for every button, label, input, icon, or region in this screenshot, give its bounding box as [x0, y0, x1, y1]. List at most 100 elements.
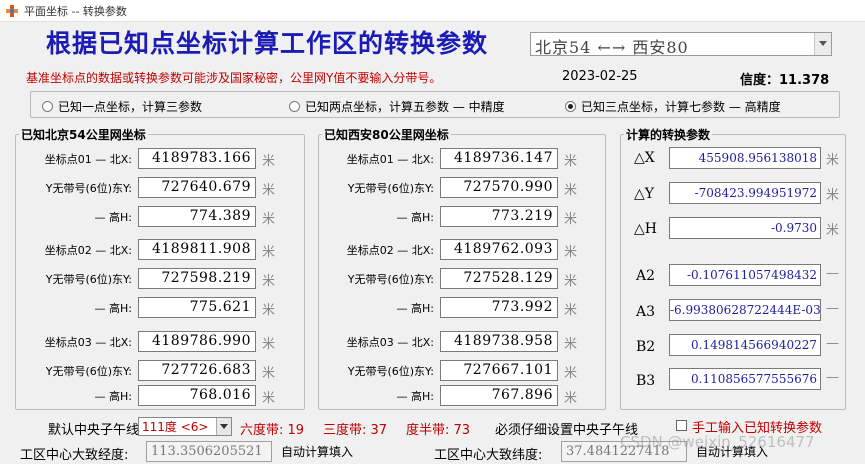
xa80-y-label: Y无带号(6位)东Y:	[347, 182, 434, 195]
must-set-note: 必须仔细设置中央子午线	[495, 423, 639, 438]
mode-option-2[interactable]: 已知两点坐标，计算五参数 — 中精度	[289, 98, 505, 115]
radio-icon[interactable]	[289, 101, 300, 112]
chevron-down-icon[interactable]	[216, 418, 231, 435]
meridian-label: 默认中央子午线:	[48, 423, 144, 438]
radio-selected-icon[interactable]	[565, 101, 576, 112]
longitude-field[interactable]: 113.3506205521	[146, 441, 272, 462]
unit-label: 米	[564, 183, 578, 198]
xa80-x-label: 坐标点01 — 北X:	[346, 153, 434, 166]
mode-option-3[interactable]: 已知三点坐标，计算七参数 — 高精度	[565, 98, 781, 115]
xa80-p2-x-input[interactable]: 4189762.093	[440, 239, 558, 260]
unit-label: 米	[262, 183, 276, 198]
conversion-select[interactable]: 北京54 ←→ 西安80	[530, 32, 832, 57]
param-symbol-dy: △Y	[634, 186, 655, 202]
param-b3-value[interactable]: 0.110856577555676	[669, 368, 821, 390]
window-title: 平面坐标 -- 转换参数	[24, 5, 127, 18]
param-dy-value[interactable]: -708423.994951972	[669, 182, 821, 204]
unit-dash: —	[826, 266, 839, 281]
unit-label: 米	[262, 391, 276, 406]
mode-option-label: 已知两点坐标，计算五参数 — 中精度	[305, 100, 505, 114]
window-titlebar: 平面坐标 -- 转换参数	[0, 0, 865, 22]
bj54-p1-y-input[interactable]: 727640.679	[138, 177, 256, 198]
xa80-h-label: — 高H:	[396, 211, 434, 224]
bj54-x-label: 坐标点02 — 北X:	[44, 244, 132, 257]
unit-dash: —	[826, 370, 839, 385]
xa80-group-title: 已知西安80公里网坐标	[322, 126, 451, 143]
unit-label: 米	[262, 337, 276, 352]
xa80-y-label: Y无带号(6位)东Y:	[347, 273, 434, 286]
bj54-y-label: Y无带号(6位)东Y:	[45, 273, 132, 286]
param-symbol-a2: A2	[636, 268, 656, 284]
mode-option-label: 已知一点坐标，计算三参数	[58, 100, 203, 114]
date-label: 2023-02-25	[562, 69, 638, 84]
latitude-label: 工区中心大致纬度:	[434, 448, 543, 463]
bj54-h-label: — 高H:	[94, 302, 132, 315]
unit-label: 米	[826, 188, 840, 203]
param-dh-value[interactable]: -0.9730	[669, 217, 821, 239]
watermark: CSDN @weixin_52616477	[620, 433, 815, 451]
mode-option-1[interactable]: 已知一点坐标，计算三参数	[42, 98, 202, 115]
param-symbol-b2: B2	[636, 339, 656, 355]
unit-dash: —	[826, 336, 839, 351]
xa80-p3-h-input[interactable]: 767.896	[440, 385, 558, 406]
zone6-label: 六度带: 19	[240, 423, 305, 438]
unit-label: 米	[564, 366, 578, 381]
unit-label: 米	[564, 154, 578, 169]
longitude-label: 工区中心大致经度:	[20, 448, 129, 463]
conversion-select-value: 北京54 ←→ 西安80	[535, 38, 689, 57]
unit-label: 米	[262, 274, 276, 289]
bj54-p3-h-input[interactable]: 768.016	[138, 385, 256, 406]
bj54-y-label: Y无带号(6位)东Y:	[45, 365, 132, 378]
auto-fill-note: 自动计算填入	[281, 445, 354, 459]
unit-label: 米	[564, 391, 578, 406]
bj54-p1-h-input[interactable]: 774.389	[138, 206, 256, 227]
xa80-p1-x-input[interactable]: 4189736.147	[440, 148, 558, 169]
app-icon	[6, 5, 18, 17]
bj54-x-label: 坐标点01 — 北X:	[44, 153, 132, 166]
unit-label: 米	[564, 303, 578, 318]
chevron-down-icon[interactable]	[814, 33, 831, 55]
param-a3-value[interactable]: -6.99380628722444E-03	[669, 299, 821, 321]
bj54-p2-x-input[interactable]: 4189811.908	[138, 239, 256, 260]
unit-dash: —	[826, 301, 839, 316]
param-a2-value[interactable]: -0.107611057498432	[669, 264, 821, 286]
bj54-group-title: 已知北京54公里网坐标	[19, 126, 148, 143]
xa80-h-label: — 高H:	[396, 302, 434, 315]
xa80-p1-y-input[interactable]: 727570.990	[440, 177, 558, 198]
bj54-p2-y-input[interactable]: 727598.219	[138, 268, 256, 289]
bj54-p2-h-input[interactable]: 775.621	[138, 297, 256, 318]
xa80-p3-y-input[interactable]: 727667.101	[440, 360, 558, 381]
radio-icon[interactable]	[42, 101, 53, 112]
param-symbol-dx: △X	[634, 150, 655, 166]
param-symbol-a3: A3	[636, 304, 656, 320]
xa80-x-label: 坐标点02 — 北X:	[346, 244, 434, 257]
xa80-p1-h-input[interactable]: 773.219	[440, 206, 558, 227]
bj54-p3-x-input[interactable]: 4189786.990	[138, 331, 256, 352]
param-b2-value[interactable]: 0.149814566940227	[669, 334, 821, 356]
unit-label: 米	[826, 153, 840, 168]
mode-option-label: 已知三点坐标，计算七参数 — 高精度	[581, 100, 781, 114]
zone-half-label: 度半带: 73	[406, 423, 471, 438]
manual-input-checkbox[interactable]	[676, 420, 687, 431]
bj54-h-label: — 高H:	[94, 211, 132, 224]
xa80-p2-y-input[interactable]: 727528.129	[440, 268, 558, 289]
param-symbol-b3: B3	[636, 373, 656, 389]
xa80-p3-x-input[interactable]: 4189738.958	[440, 331, 558, 352]
bj54-p1-x-input[interactable]: 4189783.166	[138, 148, 256, 169]
unit-label: 米	[262, 245, 276, 260]
param-symbol-dh: △H	[634, 221, 657, 237]
bj54-h-label: — 高H:	[94, 390, 132, 403]
unit-label: 米	[564, 245, 578, 260]
meridian-select[interactable]: 111度 <6>	[138, 417, 232, 436]
unit-label: 米	[564, 337, 578, 352]
secrecy-warning: 基准坐标点的数据或转换参数可能涉及国家秘密，公里网Y值不要输入分带号。	[26, 71, 442, 85]
bj54-x-label: 坐标点03 — 北X:	[44, 336, 132, 349]
meridian-select-value: 111度 <6>	[142, 420, 209, 434]
unit-label: 米	[564, 274, 578, 289]
bj54-p3-y-input[interactable]: 727726.683	[138, 360, 256, 381]
param-dx-value[interactable]: 455908.956138018	[669, 147, 821, 169]
xa80-p2-h-input[interactable]: 773.992	[440, 297, 558, 318]
page-title: 根据已知点坐标计算工作区的转换参数	[46, 29, 489, 58]
unit-label: 米	[262, 212, 276, 227]
unit-label: 米	[262, 366, 276, 381]
